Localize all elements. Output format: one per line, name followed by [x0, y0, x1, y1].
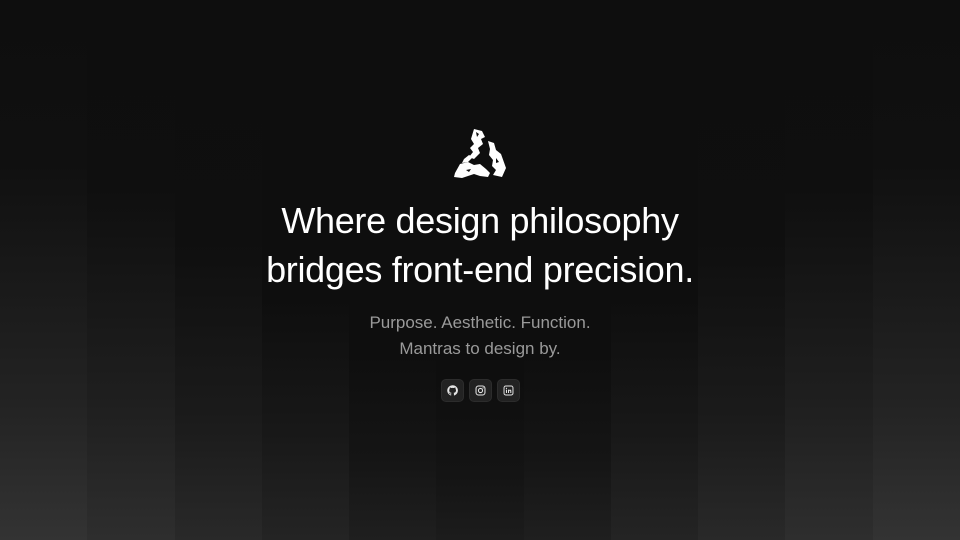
subtitle-line-1: Purpose. Aesthetic. Function.: [369, 313, 591, 332]
social-links: [441, 379, 520, 402]
github-icon: [447, 385, 458, 396]
hero-section: Where design philosophy bridges front-en…: [0, 0, 960, 540]
linkedin-link-button[interactable]: [497, 379, 520, 402]
headline-line-1: Where design philosophy: [281, 200, 679, 241]
hero-headline: Where design philosophy bridges front-en…: [0, 196, 960, 294]
hero-subtitle: Purpose. Aesthetic. Function. Mantras to…: [0, 310, 960, 362]
instagram-link-button[interactable]: [469, 379, 492, 402]
github-link-button[interactable]: [441, 379, 464, 402]
headline-line-2: bridges front-end precision.: [266, 249, 694, 290]
linkedin-icon: [503, 385, 514, 396]
subtitle-line-2: Mantras to design by.: [399, 339, 561, 358]
instagram-icon: [475, 385, 486, 396]
tri-swirl-logo-icon: [452, 128, 508, 178]
